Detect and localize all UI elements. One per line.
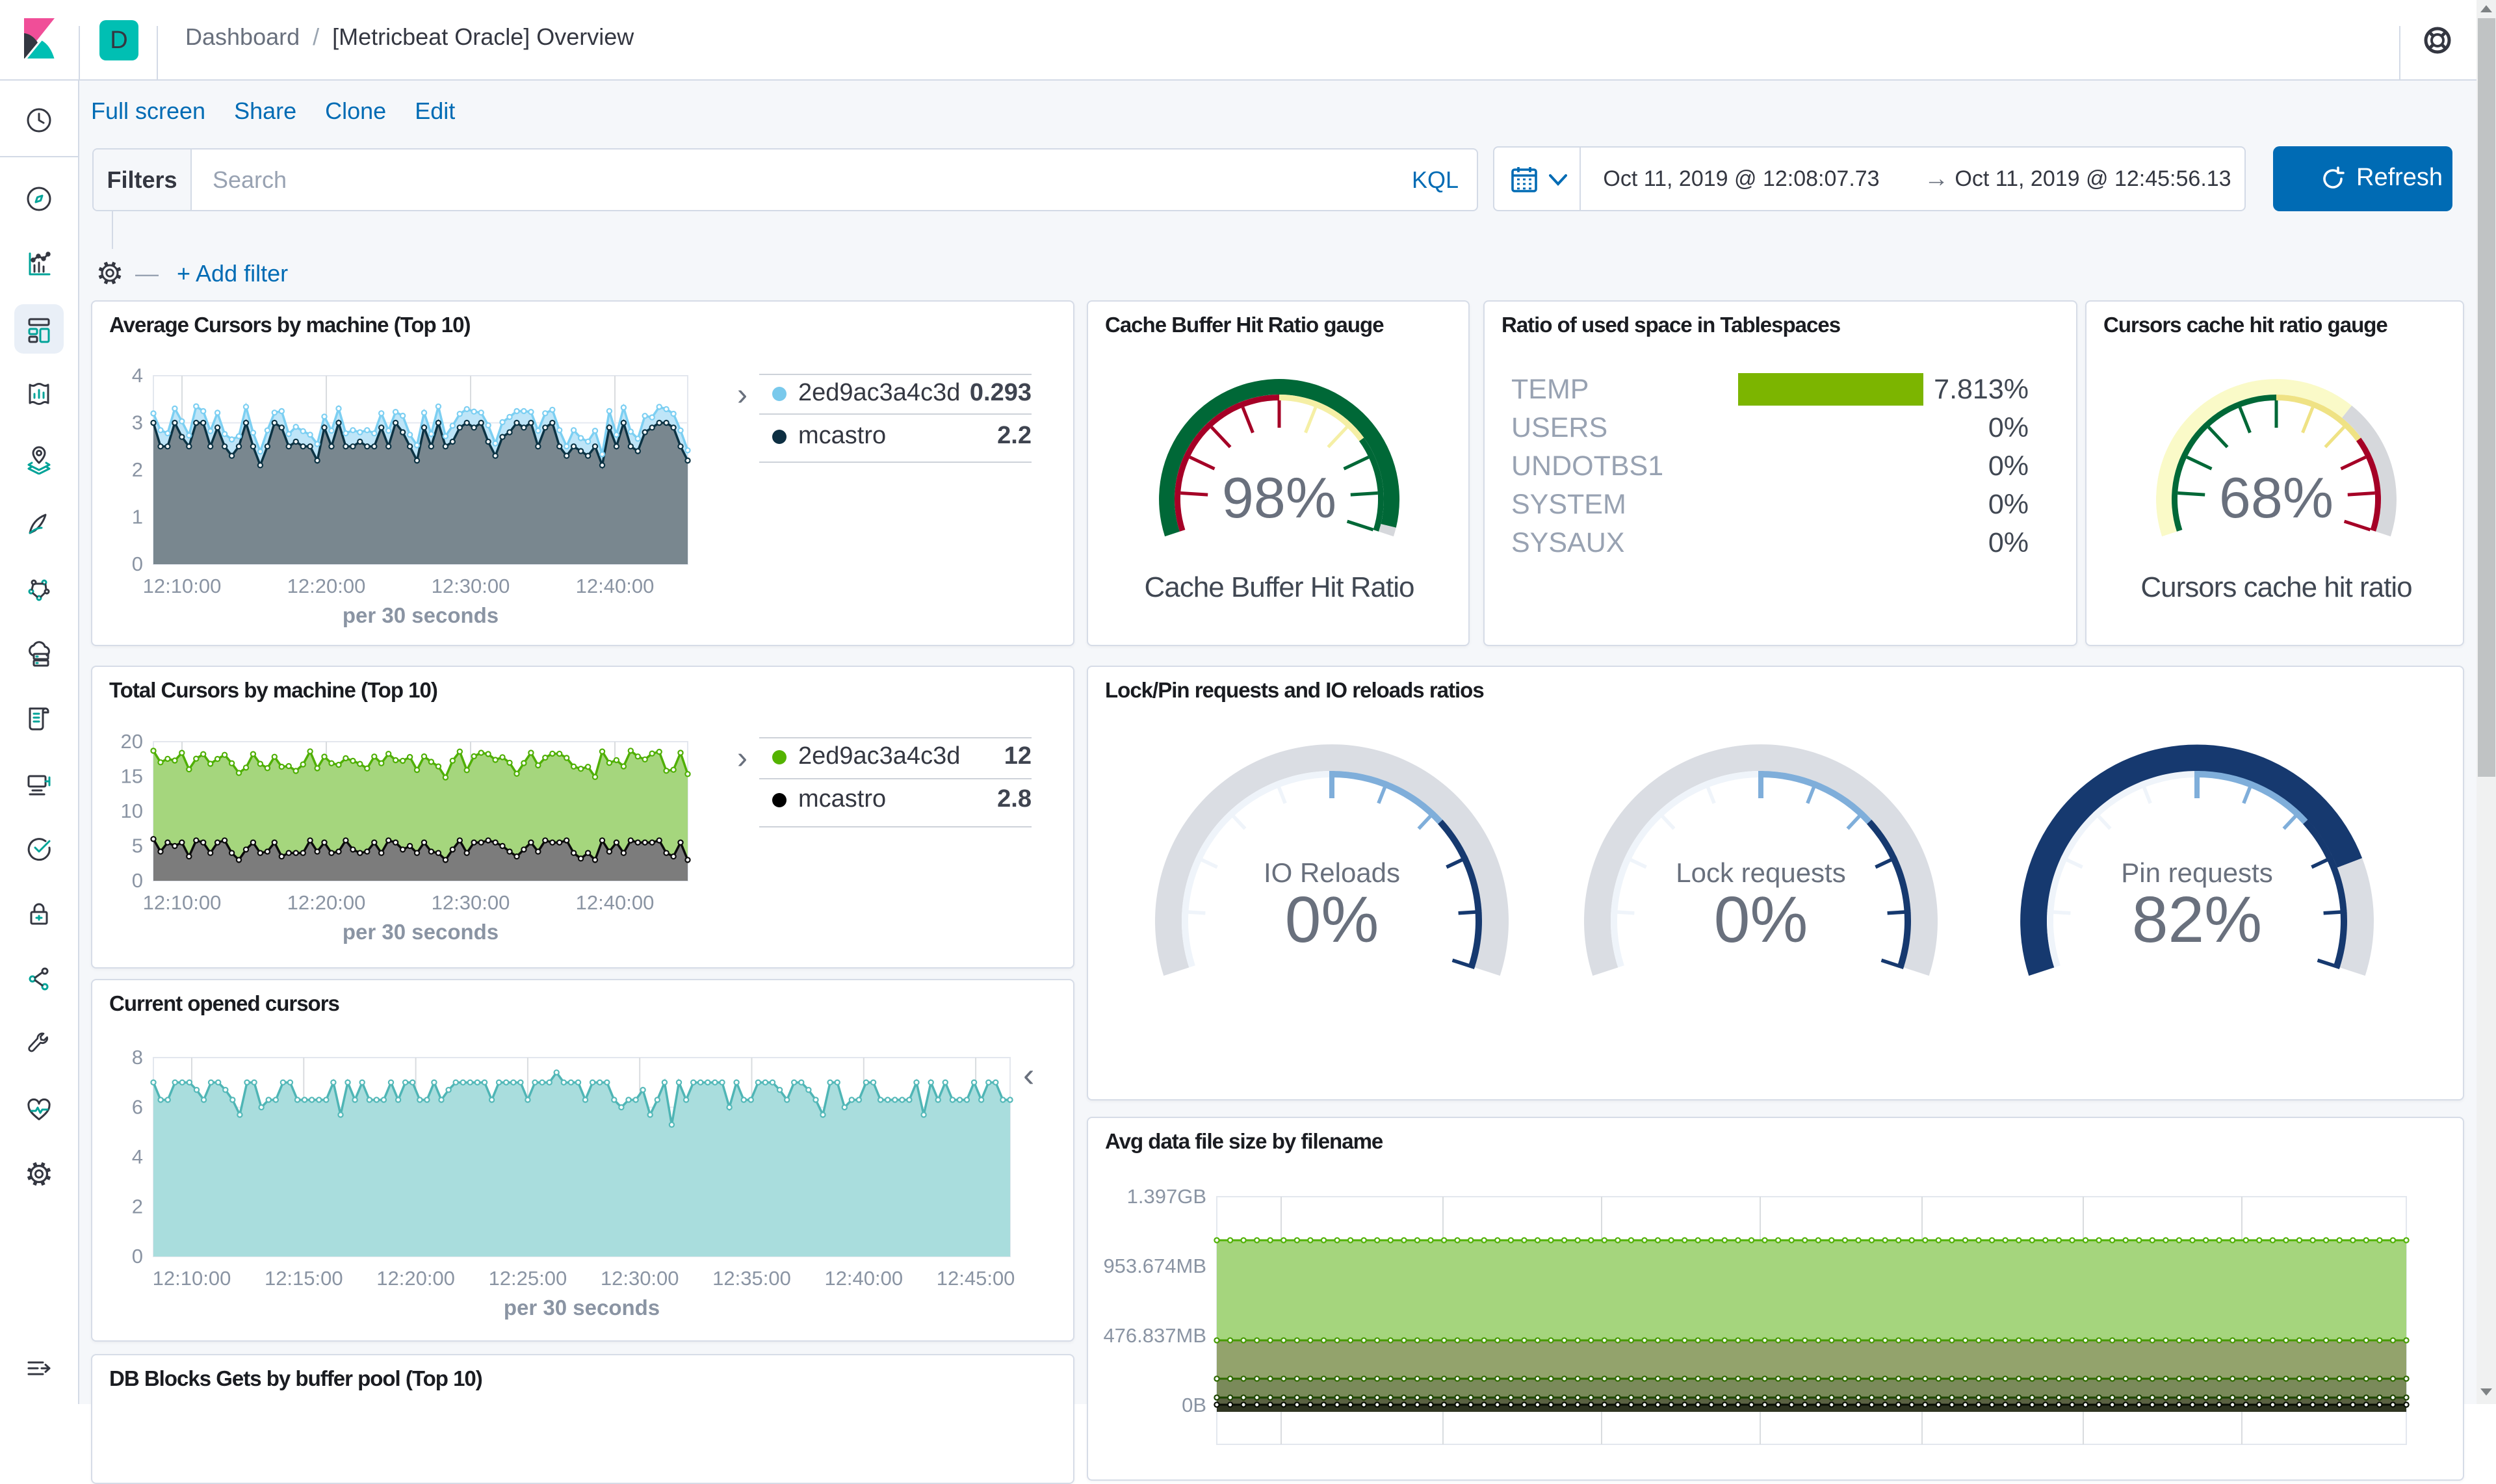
svg-text:6: 6 [132, 1096, 143, 1119]
svg-text:0: 0 [132, 869, 143, 892]
svg-text:20: 20 [121, 730, 143, 753]
svg-text:98%: 98% [1222, 465, 1336, 530]
svg-text:82%: 82% [2132, 883, 2262, 956]
svg-text:12:10:00: 12:10:00 [153, 1267, 231, 1290]
svg-text:4: 4 [132, 1145, 143, 1168]
svg-text:12:40:00: 12:40:00 [576, 575, 655, 597]
svg-text:8: 8 [132, 1046, 143, 1069]
svg-text:12:45:00: 12:45:00 [937, 1267, 1015, 1290]
svg-text:12:20:00: 12:20:00 [376, 1267, 455, 1290]
svg-text:3: 3 [132, 411, 143, 434]
svg-text:0: 0 [132, 1245, 143, 1268]
svg-text:12:20:00: 12:20:00 [287, 891, 366, 914]
svg-text:per 30 seconds: per 30 seconds [504, 1295, 660, 1320]
svg-text:1.397GB: 1.397GB [1127, 1185, 1206, 1208]
svg-text:10: 10 [121, 800, 143, 822]
svg-text:0%: 0% [1285, 883, 1379, 956]
svg-text:5: 5 [132, 835, 143, 857]
svg-text:2: 2 [132, 458, 143, 481]
svg-text:4: 4 [132, 364, 143, 387]
svg-text:Cursors cache hit ratio: Cursors cache hit ratio [2140, 571, 2412, 603]
svg-text:12:20:00: 12:20:00 [287, 575, 366, 597]
svg-text:12:30:00: 12:30:00 [432, 891, 510, 914]
svg-text:12:15:00: 12:15:00 [265, 1267, 343, 1290]
svg-text:12:25:00: 12:25:00 [489, 1267, 567, 1290]
svg-text:0: 0 [132, 553, 143, 575]
svg-text:2: 2 [132, 1195, 143, 1218]
svg-text:953.674MB: 953.674MB [1103, 1255, 1206, 1277]
svg-text:1: 1 [132, 506, 143, 528]
svg-text:12:40:00: 12:40:00 [824, 1267, 903, 1290]
svg-text:0%: 0% [1714, 883, 1808, 956]
svg-text:12:40:00: 12:40:00 [576, 891, 655, 914]
svg-text:Cache Buffer Hit Ratio: Cache Buffer Hit Ratio [1145, 571, 1414, 603]
svg-text:12:30:00: 12:30:00 [432, 575, 510, 597]
svg-text:0B: 0B [1182, 1394, 1206, 1416]
svg-text:12:10:00: 12:10:00 [143, 891, 222, 914]
svg-text:12:30:00: 12:30:00 [601, 1267, 679, 1290]
svg-text:per 30 seconds: per 30 seconds [343, 603, 499, 627]
svg-text:15: 15 [121, 765, 143, 788]
svg-text:476.837MB: 476.837MB [1103, 1324, 1206, 1347]
svg-text:per 30 seconds: per 30 seconds [343, 920, 499, 944]
svg-text:12:35:00: 12:35:00 [712, 1267, 791, 1290]
svg-text:12:10:00: 12:10:00 [143, 575, 222, 597]
svg-text:68%: 68% [2219, 465, 2334, 530]
